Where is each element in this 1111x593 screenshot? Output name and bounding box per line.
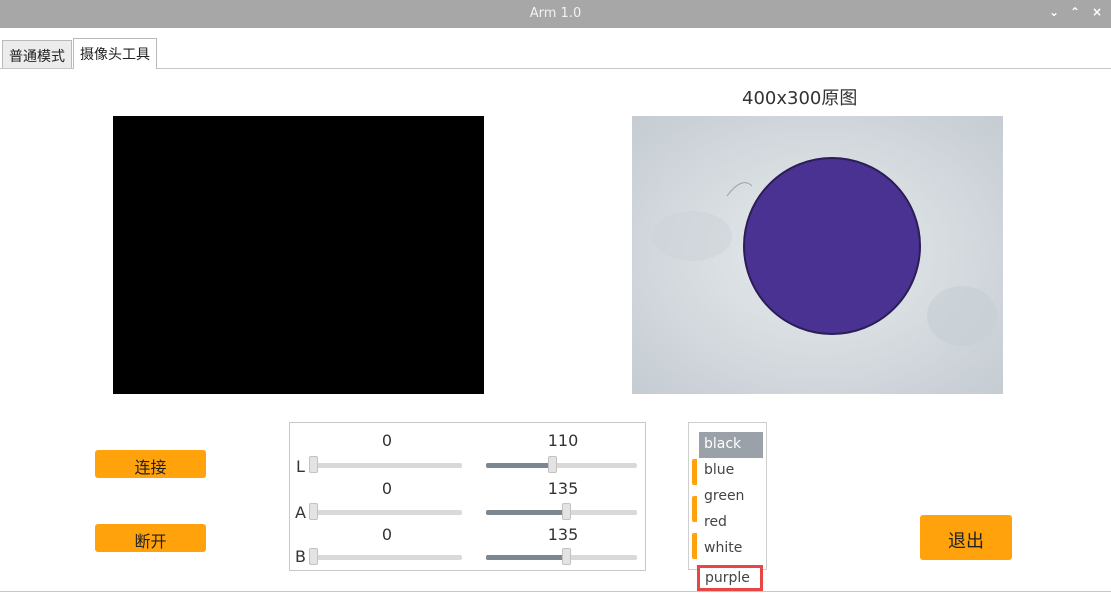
original-image-caption: 400x300原图 <box>742 88 858 109</box>
list-item-white[interactable]: white <box>699 536 763 562</box>
a-label: A <box>295 503 306 522</box>
l-label: L <box>296 457 305 476</box>
list-marker <box>692 459 697 485</box>
list-marker <box>692 496 697 522</box>
disconnect-button[interactable]: 断开 <box>95 524 206 552</box>
l-max-slider[interactable] <box>486 463 637 468</box>
b-min-value: 0 <box>381 525 393 544</box>
a-min-slider[interactable] <box>311 510 462 515</box>
l-min-slider[interactable] <box>311 463 462 468</box>
b-label: B <box>295 547 306 566</box>
list-item-green[interactable]: green <box>699 484 763 510</box>
purple-disc <box>743 157 921 335</box>
tab-camera-tool[interactable]: 摄像头工具 <box>73 38 157 69</box>
b-max-handle[interactable] <box>562 548 571 565</box>
original-image <box>632 116 1003 394</box>
l-min-value: 0 <box>381 431 393 450</box>
tab-bar: 普通模式 摄像头工具 <box>0 28 1111 69</box>
connect-button[interactable]: 连接 <box>95 450 206 478</box>
a-max-value: 135 <box>547 479 579 498</box>
processed-image <box>113 116 484 394</box>
list-item-black[interactable]: black <box>699 432 763 458</box>
list-item-red[interactable]: red <box>699 510 763 536</box>
l-max-handle[interactable] <box>548 456 557 473</box>
list-item-purple[interactable]: purple <box>697 565 763 591</box>
title-bar: Arm 1.0 ⌄ ⌃ × <box>0 0 1111 28</box>
maximize-icon[interactable]: ⌃ <box>1068 5 1082 19</box>
l-min-handle[interactable] <box>309 456 318 473</box>
color-list: black blue green red white <box>688 422 767 570</box>
window-title: Arm 1.0 <box>529 6 582 21</box>
b-min-handle[interactable] <box>309 548 318 565</box>
a-min-handle[interactable] <box>309 503 318 520</box>
minimize-icon[interactable]: ⌄ <box>1047 5 1061 19</box>
a-max-handle[interactable] <box>562 503 571 520</box>
b-min-slider[interactable] <box>311 555 462 560</box>
b-max-value: 135 <box>547 525 579 544</box>
exit-button[interactable]: 退出 <box>920 515 1012 560</box>
l-max-value: 110 <box>547 431 579 450</box>
list-marker <box>692 533 697 559</box>
a-min-value: 0 <box>381 479 393 498</box>
lab-threshold-panel: 0 110 L 0 135 A 0 135 B <box>289 422 646 571</box>
camera-frame <box>632 116 1003 394</box>
list-item-blue[interactable]: blue <box>699 458 763 484</box>
close-icon[interactable]: × <box>1090 5 1104 19</box>
tab-normal-mode[interactable]: 普通模式 <box>2 40 72 68</box>
